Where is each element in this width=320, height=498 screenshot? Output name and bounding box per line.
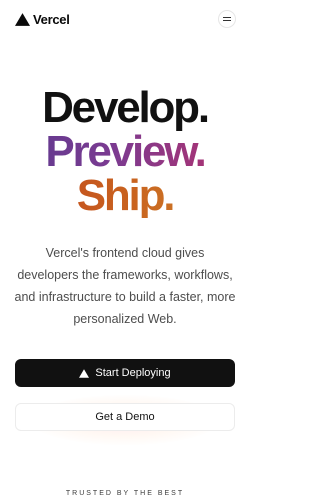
get-a-demo-label: Get a Demo [95,411,155,423]
get-a-demo-button[interactable]: Get a Demo [15,403,235,431]
hamburger-menu-icon [223,17,231,21]
top-nav: Vercel [0,0,250,38]
start-deploying-label: Start Deploying [95,367,171,379]
start-deploying-button[interactable]: Start Deploying [15,359,235,387]
vercel-logo[interactable]: Vercel [15,12,70,27]
page: Vercel Develop. Preview. Ship. Vercel's … [0,0,250,498]
hero-line-preview: Preview. [0,130,250,174]
hero-line-ship: Ship. [0,174,250,218]
vercel-triangle-icon [15,12,30,26]
trusted-by-label: TRUSTED BY THE BEST [65,490,185,497]
brand-name: Vercel [33,11,70,27]
hero-heading: Develop. Preview. Ship. [0,86,250,218]
hero-line-develop: Develop. [42,83,210,132]
menu-button[interactable] [218,10,236,28]
hero-description: Vercel's frontend cloud gives developers… [14,246,236,326]
vercel-triangle-icon [79,368,90,378]
